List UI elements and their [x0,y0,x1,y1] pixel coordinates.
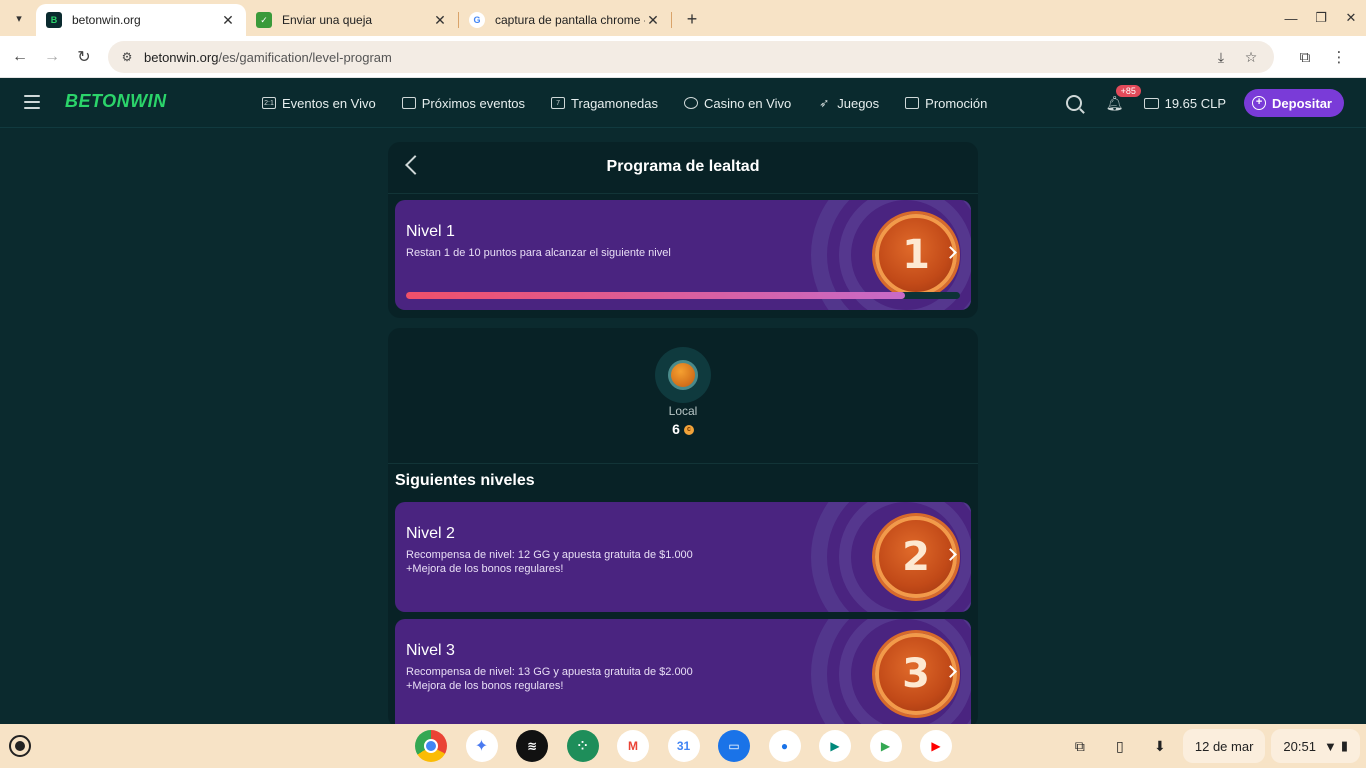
level-title: Nivel 2 [406,525,455,542]
level-title: Nivel 3 [406,642,455,659]
google-favicon-icon: G [469,12,485,28]
clock: 20:51 [1283,738,1316,754]
restore-icon[interactable]: ❐ [1306,10,1336,26]
gift-icon [905,97,920,109]
window-controls: — ❐ ✕ [1276,0,1366,36]
chrome-icon[interactable] [415,730,447,762]
new-tab-button[interactable]: + [678,5,706,33]
notifications-badge: +85 [1115,85,1141,97]
calendar-app-icon[interactable]: 31 [667,730,700,762]
queja-favicon-icon: ✓ [256,12,272,28]
browser-toolbar: ← → ↻ ⚙ betonwin.org/es/gamification/lev… [0,36,1366,78]
tab-queja[interactable]: ✓ Enviar una queja ✕ [246,4,458,36]
apps-grid-icon[interactable]: ⁘ [566,730,599,762]
nav-casino-en-vivo[interactable]: Casino en Vivo [684,96,791,111]
next-level-card[interactable]: Nivel 2 Recompensa de nivel: 12 GG y apu… [395,502,971,612]
messages-icon[interactable]: ● [768,730,801,762]
minimize-icon[interactable]: — [1276,11,1306,26]
coin-icon: c [683,425,694,436]
level-medal-icon: 2 [875,516,957,598]
more-menu-icon[interactable]: ⋮ [1322,48,1356,66]
level-description: Restan 1 de 10 puntos para alcanzar el s… [406,247,671,259]
tab-close-icon[interactable]: ✕ [220,12,236,29]
hamburger-menu-icon[interactable] [24,95,40,109]
phone-hub-icon[interactable]: ▯ [1103,729,1137,763]
plus-circle-icon: + [1252,96,1267,110]
notifications-bell-icon[interactable]: 🔔︎ +85 [1106,85,1141,111]
extensions-icon[interactable]: ⧉ [1288,49,1322,66]
divider [388,193,978,194]
level-progress-bar [406,292,960,299]
tab-close-icon[interactable]: ✕ [645,12,661,29]
nav-juegos[interactable]: ➶ Juegos [817,96,879,111]
nav-eventos-en-vivo[interactable]: 2:1 Eventos en Vivo [262,96,376,111]
system-tray: ⧉ ▯ ⬇ 12 de mar 20:51 ▼ ▮ [1063,724,1366,768]
divider [388,463,978,464]
local-rank-label: Local [668,404,698,418]
tab-google[interactable]: G captura de pantalla chrome - B ✕ [459,4,671,36]
main-nav: 2:1 Eventos en Vivo Próximos eventos 7 Tra… [262,78,1013,128]
pinned-apps: ✦ ≋ ⁘ M 31 ▭ ● ▶ ▶ ▶ [415,730,971,762]
next-level-card[interactable]: Nivel 3 Recompensa de nivel: 13 GG y apu… [395,619,971,724]
close-window-icon[interactable]: ✕ [1336,10,1366,26]
tab-search-button[interactable]: ▾ [6,5,32,31]
tab-close-icon[interactable]: ✕ [432,12,448,29]
forward-button[interactable]: → [36,41,68,73]
level-title: Nivel 1 [406,223,455,240]
local-points: 6c [388,421,978,437]
address-bar[interactable]: ⚙ betonwin.org/es/gamification/level-pro… [108,41,1274,73]
screen-capture-icon[interactable]: ⧉ [1063,729,1097,763]
status-area[interactable]: 20:51 ▼ ▮ [1271,729,1360,763]
play-store-icon[interactable]: ▶ [869,730,902,762]
local-rank-icon [655,347,711,403]
download-icon[interactable]: ⬇ [1143,729,1177,763]
tab-separator [671,12,672,28]
level-medal-icon: 3 [875,633,957,715]
gemini-icon[interactable]: ✦ [465,730,498,762]
level-description: Recompensa de nivel: 12 GG y apuesta gra… [406,549,693,575]
search-icon[interactable] [1065,95,1082,111]
install-app-icon[interactable]: ⤓ [1206,49,1236,66]
battery-icon: ▮ [1340,738,1348,753]
tab-title: Enviar una queja [282,13,373,27]
browser-tab-strip: ▾ B betonwin.org ✕ ✓ Enviar una queja ✕ … [0,0,1366,36]
calendar-icon [401,97,416,109]
bookmark-star-icon[interactable]: ☆ [1236,49,1266,66]
tab-title: captura de pantalla chrome - B [495,13,645,27]
site-info-icon[interactable]: ⚙ [112,50,142,64]
level-description: Recompensa de nivel: 13 GG y apuesta gra… [406,666,693,692]
gmail-icon[interactable]: M [617,730,649,762]
files-icon[interactable]: ▭ [718,730,750,762]
balance-display[interactable]: 19.65 CLP [1143,96,1226,111]
site-logo[interactable]: BETONWIN [65,91,167,112]
live-events-icon: 2:1 [262,97,276,109]
nav-proximos-eventos[interactable]: Próximos eventos [401,96,525,111]
tab-title: betonwin.org [72,13,141,27]
wallet-icon [1143,97,1159,109]
level-progress-fill [406,292,905,299]
launcher-icon[interactable] [9,735,31,757]
os-taskbar: ✦ ≋ ⁘ M 31 ▭ ● ▶ ▶ ▶ ⧉ ▯ ⬇ 12 de mar 20:… [0,724,1366,768]
nav-tragamonedas[interactable]: 7 Tragamonedas [551,96,658,111]
current-level-card[interactable]: Nivel 1 Restan 1 de 10 puntos para alcan… [395,200,971,310]
slots-icon: 7 [551,97,566,109]
youtube-icon[interactable]: ▶ [920,730,952,762]
nav-promocion[interactable]: Promoción [905,96,987,111]
page-title: Programa de lealtad [606,158,760,175]
podcast-icon[interactable]: ≋ [516,730,548,762]
meet-icon[interactable]: ▶ [819,730,851,762]
betonwin-favicon-icon: B [46,12,62,28]
back-button[interactable]: ← [4,41,36,73]
wifi-icon: ▼ [1323,738,1337,754]
reload-button[interactable]: ↻ [68,41,100,73]
date-display[interactable]: 12 de mar [1182,729,1266,763]
url-text: betonwin.org/es/gamification/level-progr… [144,49,392,65]
level-medal-icon: 1 [875,214,957,296]
casino-chip-icon [684,97,699,109]
rocket-icon: ➶ [819,96,830,110]
tab-betonwin[interactable]: B betonwin.org ✕ [36,4,246,36]
site-header: BETONWIN 2:1 Eventos en Vivo Próximos eve… [0,78,1366,128]
deposit-button[interactable]: + Depositar [1244,89,1344,117]
next-levels-heading: Siguientes niveles [395,472,535,489]
